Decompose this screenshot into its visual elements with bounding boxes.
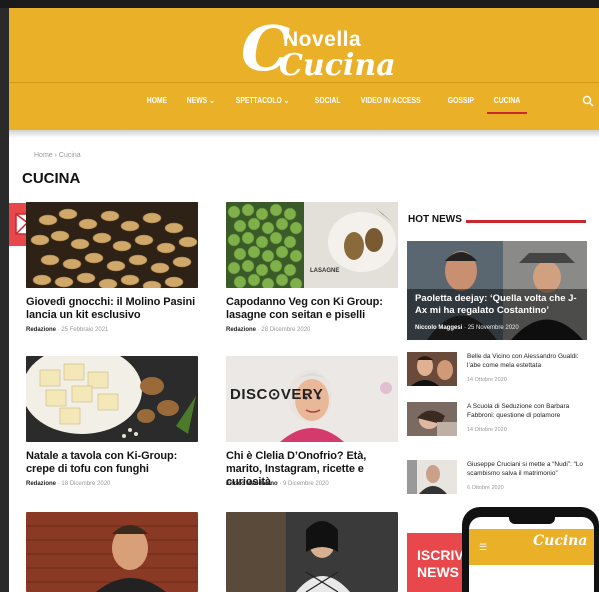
thumb-caption: LASAGNE	[310, 268, 340, 274]
promo-line-2: NEWS	[417, 564, 459, 580]
hot-news-underline	[466, 220, 586, 223]
article-author[interactable]: Redazione	[226, 327, 256, 333]
thumb-caption: DISC⊙VERY	[230, 386, 324, 403]
hot-news-item[interactable]: A Scuola di Seduzione con Barbara Fabbro…	[407, 402, 587, 442]
hot-news-date: 14 Ottobre 2020	[467, 427, 507, 433]
article-title[interactable]: Giovedì gnocchi: il Molino Pasini lancia…	[26, 296, 198, 322]
header-shadow	[9, 130, 599, 138]
phone-logo: Cucina	[533, 533, 588, 549]
menu-icon: ☰	[479, 542, 488, 552]
article-card[interactable]	[226, 512, 398, 592]
feature-meta: Niccolo Maggesi · 25 Novembre 2020	[415, 325, 519, 331]
nav-item-gossip[interactable]: GOSSIP	[441, 94, 481, 114]
feature-date: 25 Novembre 2020	[467, 325, 519, 331]
article-card[interactable]: LASAGNE Capodanno Veg con Ki Group: lasa…	[226, 202, 398, 342]
article-card[interactable]	[26, 512, 198, 592]
article-card[interactable]: Natale a tavola con Ki-Group: crepe di t…	[26, 356, 198, 496]
nav-item-cucina[interactable]: CUCINA	[487, 94, 528, 114]
nav-item-home[interactable]: HOME	[140, 94, 174, 114]
article-date: 25 Febbraio 2021	[61, 327, 109, 333]
left-edge	[0, 8, 9, 592]
search-icon[interactable]	[582, 94, 594, 107]
article-thumbnail[interactable]: DISC⊙VERY	[226, 356, 398, 442]
hot-news-title[interactable]: Giuseppe Cruciani si mette a “Nudi”: “Lo…	[467, 460, 587, 478]
hot-news-heading: HOT NEWS	[408, 214, 462, 225]
article-thumbnail[interactable]	[226, 512, 398, 592]
nav-item-video[interactable]: VIDEO IN ACCESS	[354, 94, 427, 114]
page-title: CUCINA	[22, 170, 81, 187]
hot-news-date: 6 Ottobre 2020	[467, 485, 504, 491]
article-title[interactable]: Natale a tavola con Ki-Group: crepe di t…	[26, 450, 198, 476]
hot-news-feature[interactable]: Paoletta deejay: ‘Quella volta che J-Ax …	[407, 241, 587, 340]
main-nav: HOME NEWS ⌄ SPETTACOLO ⌄ SOCIAL VIDEO IN…	[140, 94, 534, 114]
nav-divider	[9, 82, 599, 83]
article-thumbnail[interactable]	[26, 512, 198, 592]
article-meta: Redazione · 25 Febbraio 2021	[26, 327, 109, 333]
article-card[interactable]: Giovedì gnocchi: il Molino Pasini lancia…	[26, 202, 198, 342]
hot-news-title[interactable]: A Scuola di Seduzione con Barbara Fabbro…	[467, 402, 587, 420]
hot-news-thumbnail[interactable]	[407, 460, 457, 494]
article-card[interactable]: DISC⊙VERY Chi è Clelia D’Onofrio? Età, m…	[226, 356, 398, 496]
article-date: 18 Dicembre 2020	[61, 481, 111, 487]
site-logo[interactable]: C Novella Cucina	[241, 12, 396, 85]
breadcrumb[interactable]: Home › Cucina	[34, 152, 81, 159]
hot-news-date: 14 Ottobre 2020	[467, 377, 507, 383]
hot-news-item[interactable]: Giuseppe Cruciani si mette a “Nudi”: “Lo…	[407, 460, 587, 500]
article-author[interactable]: Enrico Maddaleno	[226, 481, 278, 487]
promo-line-1: ISCRIVI	[417, 547, 468, 563]
article-date: 9 Dicembre 2020	[283, 481, 329, 487]
phone-mockup: ☰ Cucina	[462, 507, 599, 592]
nav-item-spettacolo[interactable]: SPETTACOLO ⌄	[229, 94, 296, 114]
feature-author[interactable]: Niccolo Maggesi	[415, 325, 462, 331]
phone-screen: ☰ Cucina	[469, 517, 594, 592]
article-meta: Redazione · 18 Dicembre 2020	[26, 481, 111, 487]
article-title[interactable]: Capodanno Veg con Ki Group: lasagne con …	[226, 296, 398, 322]
article-author[interactable]: Redazione	[26, 327, 56, 333]
hot-news-thumbnail[interactable]	[407, 352, 457, 386]
logo-main-text: Cucina	[279, 48, 396, 83]
article-thumbnail[interactable]	[26, 202, 198, 288]
article-author[interactable]: Redazione	[26, 481, 56, 487]
article-date: 28 Dicembre 2020	[261, 327, 311, 333]
article-thumbnail[interactable]: LASAGNE	[226, 202, 398, 288]
hot-news-title[interactable]: Belle da Vicino con Alessandro Gualdi: l…	[467, 352, 587, 370]
top-strip	[0, 0, 599, 8]
nav-item-news[interactable]: NEWS ⌄	[180, 94, 222, 114]
article-thumbnail[interactable]	[26, 356, 198, 442]
hot-news-item[interactable]: Belle da Vicino con Alessandro Gualdi: l…	[407, 352, 587, 392]
feature-title[interactable]: Paoletta deejay: ‘Quella volta che J-Ax …	[415, 293, 585, 317]
article-meta: Enrico Maddaleno · 9 Dicembre 2020	[226, 481, 329, 487]
hot-news-thumbnail[interactable]	[407, 402, 457, 436]
nav-item-social[interactable]: SOCIAL	[308, 94, 347, 114]
article-meta: Redazione · 28 Dicembre 2020	[226, 327, 311, 333]
